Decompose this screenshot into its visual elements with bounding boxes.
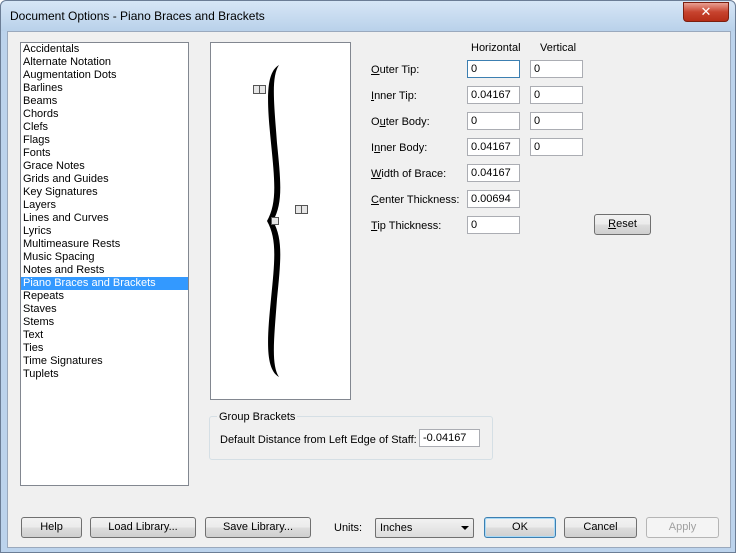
units-select[interactable]: Inches	[375, 518, 474, 538]
tip-thickness-input[interactable]: 0	[467, 216, 520, 234]
width-of-brace-input[interactable]: 0.04167	[467, 164, 520, 182]
save-library-button[interactable]: Save Library...	[205, 517, 311, 538]
close-icon: ✕	[700, 4, 712, 19]
group-bracket-distance-label: Default Distance from Left Edge of Staff…	[220, 434, 417, 446]
category-item[interactable]: Fonts	[21, 147, 188, 160]
reset-button[interactable]: Reset	[594, 214, 651, 235]
dialog-client: Accidentals Alternate Notation Augmentatio…	[7, 31, 731, 548]
apply-button[interactable]: Apply	[646, 517, 719, 538]
category-item[interactable]: Chords	[21, 108, 188, 121]
category-item[interactable]: Repeats	[21, 290, 188, 303]
category-item[interactable]: Layers	[21, 199, 188, 212]
category-item[interactable]: Barlines	[21, 82, 188, 95]
close-button[interactable]: ✕	[683, 2, 729, 22]
outer-tip-horizontal-input[interactable]: 0	[467, 60, 520, 78]
outer-body-vertical-input[interactable]: 0	[530, 112, 583, 130]
ok-button[interactable]: OK	[484, 517, 556, 538]
inner-body-horizontal-input[interactable]: 0.04167	[467, 138, 520, 156]
category-item[interactable]: Time Signatures	[21, 355, 188, 368]
inner-body-label: Inner Body:	[371, 142, 428, 154]
outer-tip-label: Outer Tip:	[371, 64, 420, 76]
outer-body-label: Outer Body:	[371, 116, 430, 128]
category-item[interactable]: Augmentation Dots	[21, 69, 188, 82]
category-item[interactable]: Music Spacing	[21, 251, 188, 264]
category-item[interactable]: Lyrics	[21, 225, 188, 238]
category-item[interactable]: Beams	[21, 95, 188, 108]
group-brackets-legend: Group Brackets	[217, 411, 298, 423]
category-item[interactable]: Ties	[21, 342, 188, 355]
category-item[interactable]: Lines and Curves	[21, 212, 188, 225]
category-item[interactable]: Grace Notes	[21, 160, 188, 173]
outer-tip-handle[interactable]	[253, 85, 266, 94]
category-item[interactable]: Alternate Notation	[21, 56, 188, 69]
horizontal-header: Horizontal	[471, 42, 521, 54]
category-item[interactable]: Piano Braces and Brackets	[21, 277, 188, 290]
category-item[interactable]: Staves	[21, 303, 188, 316]
group-bracket-distance-input[interactable]: -0.04167	[419, 429, 480, 447]
title-bar: Document Options - Piano Braces and Brac…	[1, 1, 735, 31]
inner-tip-label: Inner Tip:	[371, 90, 417, 102]
category-item[interactable]: Stems	[21, 316, 188, 329]
window-title: Document Options - Piano Braces and Brac…	[10, 9, 265, 23]
chevron-down-icon	[461, 526, 469, 530]
inner-tip-horizontal-input[interactable]: 0.04167	[467, 86, 520, 104]
category-item[interactable]: Flags	[21, 134, 188, 147]
units-value: Inches	[380, 522, 413, 534]
vertical-header: Vertical	[540, 42, 577, 54]
category-item[interactable]: Tuplets	[21, 368, 188, 381]
category-item[interactable]: Key Signatures	[21, 186, 188, 199]
outer-body-horizontal-input[interactable]: 0	[467, 112, 520, 130]
cancel-button[interactable]: Cancel	[564, 517, 637, 538]
category-item[interactable]: Notes and Rests	[21, 264, 188, 277]
category-item[interactable]: Text	[21, 329, 188, 342]
inner-body-vertical-input[interactable]: 0	[530, 138, 583, 156]
center-thickness-label: Center Thickness:	[371, 194, 460, 206]
body-handle[interactable]	[271, 217, 279, 225]
category-item[interactable]: Accidentals	[21, 43, 188, 56]
inner-body-handle[interactable]	[295, 205, 308, 214]
category-item[interactable]: Clefs	[21, 121, 188, 134]
brace-drawing	[267, 65, 281, 377]
center-thickness-input[interactable]: 0.00694	[467, 190, 520, 208]
outer-tip-vertical-input[interactable]: 0	[530, 60, 583, 78]
inner-tip-vertical-input[interactable]: 0	[530, 86, 583, 104]
dialog-window: Document Options - Piano Braces and Brac…	[0, 0, 736, 553]
tip-thickness-label: Tip Thickness:	[371, 220, 442, 232]
category-list[interactable]: Accidentals Alternate Notation Augmentatio…	[20, 42, 189, 486]
units-label: Units:	[334, 522, 363, 534]
load-library-button[interactable]: Load Library...	[90, 517, 196, 538]
help-button[interactable]: Help	[21, 517, 82, 538]
category-item[interactable]: Grids and Guides	[21, 173, 188, 186]
brace-preview	[210, 42, 351, 400]
width-of-brace-label: Width of Brace:	[371, 168, 447, 180]
category-item[interactable]: Multimeasure Rests	[21, 238, 188, 251]
